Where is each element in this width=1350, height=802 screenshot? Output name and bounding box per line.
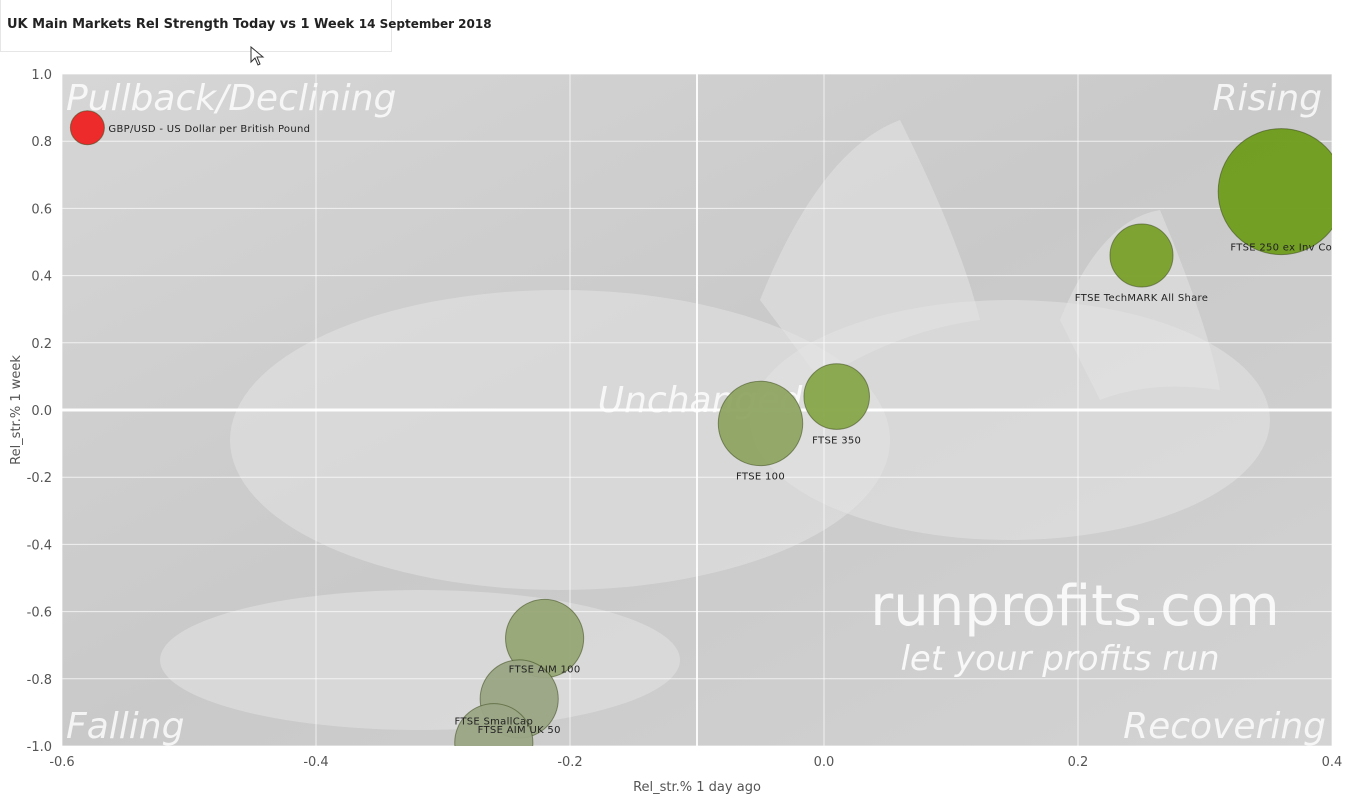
y-tick-label: -0.2 [27, 471, 52, 486]
bubble [1109, 223, 1174, 288]
y-axis-title: Rel_str.% 1 week [9, 355, 24, 465]
bubble-chart: Pullback/Declining Rising Falling Recoverin… [9, 68, 1343, 795]
bubble-label: FTSE 250 ex Inv Co [1230, 243, 1332, 254]
quadrant-label-bottom-right: Recovering [1123, 706, 1326, 747]
x-tick-label: 0.2 [1068, 755, 1089, 770]
bubble [454, 703, 534, 746]
watermark-main: runprofits.com [870, 574, 1279, 639]
x-tick-label: 0.4 [1322, 755, 1343, 770]
watermark-sub: let your profits run [900, 639, 1219, 679]
quadrant-label-bottom-left: Falling [66, 706, 184, 747]
x-tick-label: -0.4 [303, 755, 328, 770]
bubble-label: GBP/USD - US Dollar per British Pound [108, 124, 310, 135]
bubble-label: FTSE 350 [812, 435, 861, 446]
y-tick-label: -0.8 [27, 673, 52, 688]
y-tick-label: 0.0 [31, 404, 52, 419]
bubble [717, 380, 804, 467]
x-tick-label: -0.2 [557, 755, 582, 770]
y-tick-label: 1.0 [31, 68, 52, 83]
bubble-label: FTSE TechMARK All Share [1075, 293, 1208, 304]
y-tick-label: -1.0 [27, 740, 52, 755]
x-tick-label: 0.0 [814, 755, 835, 770]
x-tick-label: -0.6 [49, 755, 74, 770]
y-tick-label: -0.4 [27, 538, 52, 553]
bubble [803, 363, 870, 430]
x-axis-title: Rel_str.% 1 day ago [633, 780, 761, 795]
quadrant-label-top-left: Pullback/Declining [66, 78, 396, 119]
bubble-label: FTSE AIM 100 [509, 664, 581, 675]
mouse-cursor-icon [250, 46, 265, 66]
bubble [69, 110, 105, 146]
y-tick-label: -0.6 [27, 606, 52, 621]
bubble-label: FTSE SmallCap [454, 717, 533, 728]
y-tick-label: 0.2 [31, 337, 52, 352]
y-tick-label: 0.4 [31, 270, 52, 285]
y-tick-label: 0.8 [31, 135, 52, 150]
watermark: runprofits.comlet your profits run [870, 574, 1279, 679]
bubble-label: FTSE 100 [736, 472, 785, 483]
bubble [1217, 128, 1332, 256]
y-tick-label: 0.6 [31, 202, 52, 217]
quadrant-label-top-right: Rising [1213, 78, 1322, 119]
